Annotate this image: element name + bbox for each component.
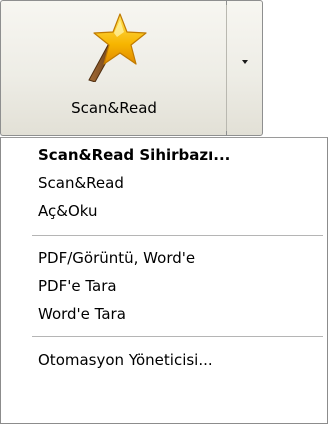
- menu-separator: [32, 336, 323, 337]
- scanread-main-button[interactable]: Scan&Read: [0, 0, 226, 136]
- stage: Scan&Read Scan&Read Sihirbazı... Scan&Re…: [0, 0, 331, 425]
- dropdown-menu: Scan&Read Sihirbazı... Scan&Read Aç&Oku …: [0, 137, 328, 424]
- scanread-split-button[interactable]: Scan&Read: [0, 0, 263, 137]
- scanread-button-label: Scan&Read: [71, 99, 157, 117]
- wand-icon: [88, 13, 147, 82]
- menu-item-scanread-wizard[interactable]: Scan&Read Sihirbazı...: [38, 143, 230, 167]
- menu-item-pdf-image-to-word[interactable]: PDF/Görüntü, Word'e: [38, 246, 195, 270]
- menu-item-scanread[interactable]: Scan&Read: [38, 171, 124, 195]
- menu-item-automation-manager[interactable]: Otomasyon Yöneticisi...: [38, 348, 213, 372]
- menu-item-scan-to-word[interactable]: Word'e Tara: [38, 302, 126, 326]
- chevron-down-icon: [242, 60, 248, 64]
- menu-separator: [32, 235, 323, 236]
- dropdown-toggle-button[interactable]: [226, 0, 263, 136]
- menu-item-open-read[interactable]: Aç&Oku: [38, 199, 97, 223]
- menu-item-scan-to-pdf[interactable]: PDF'e Tara: [38, 274, 117, 298]
